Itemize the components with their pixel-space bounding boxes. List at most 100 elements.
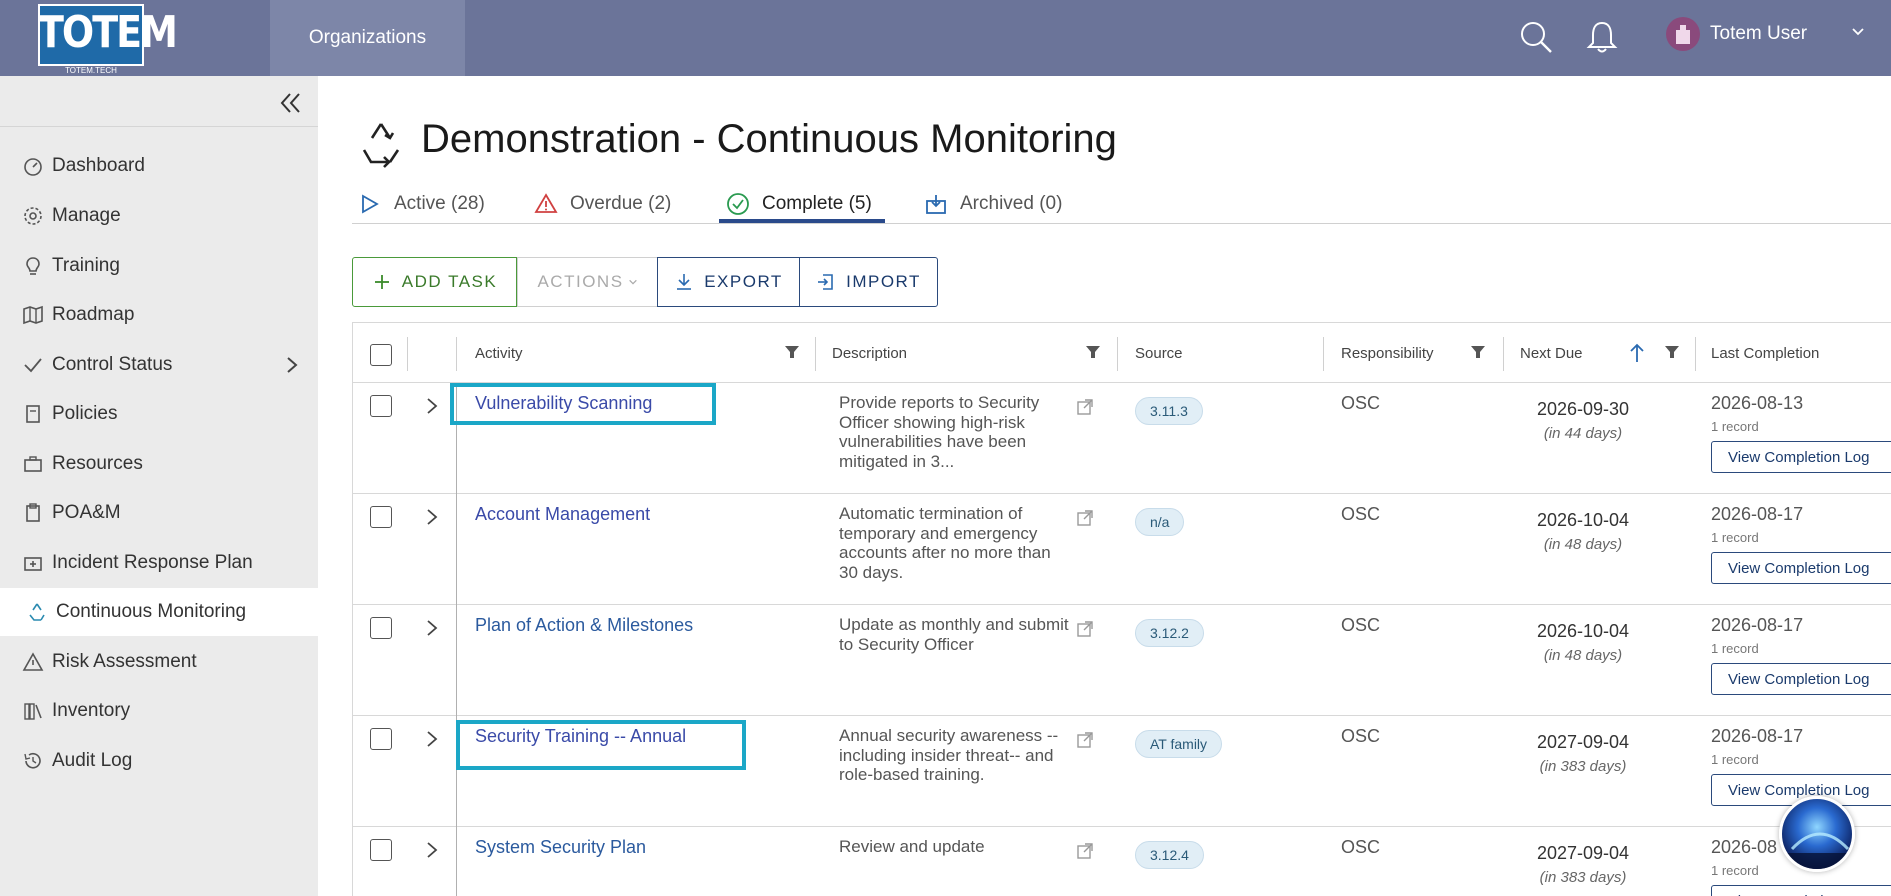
sort-ascending-icon[interactable] xyxy=(1627,342,1647,364)
play-icon xyxy=(362,194,379,214)
actions-button[interactable]: ACTIONS xyxy=(517,257,658,307)
description-text: Provide reports to Security Officer show… xyxy=(839,393,1040,471)
responsibility-text: OSC xyxy=(1341,504,1381,524)
view-completion-log-button[interactable]: View Completion Log xyxy=(1711,885,1891,896)
sidebar-item-incident-response-plan[interactable]: Incident Response Plan xyxy=(0,539,318,587)
sidebar-item-label: Policies xyxy=(52,403,118,424)
sidebar-item-control-status[interactable]: Control Status xyxy=(0,341,318,389)
sidebar-item-manage[interactable]: Manage xyxy=(0,192,318,240)
last-completion-date: 2026-08-17 xyxy=(1711,726,1804,746)
chevron-right-icon[interactable] xyxy=(422,507,442,527)
source-badge[interactable]: 3.12.4 xyxy=(1135,841,1204,869)
collapse-sidebar-icon[interactable] xyxy=(278,90,304,116)
sidebar-item-risk-assessment[interactable]: Risk Assessment xyxy=(0,638,318,686)
user-menu[interactable]: Totem User xyxy=(1666,16,1807,52)
sidebar-item-training[interactable]: Training xyxy=(0,242,318,290)
import-button[interactable]: IMPORT xyxy=(799,257,938,307)
sidebar-item-poam[interactable]: POA&M xyxy=(0,489,318,537)
source-badge[interactable]: AT family xyxy=(1135,730,1223,758)
next-due-date: 2027-09-04 xyxy=(1536,732,1630,752)
sidebar-item-label: Control Status xyxy=(52,354,173,375)
add-task-button[interactable]: ADD TASK xyxy=(352,257,517,307)
sidebar-item-resources[interactable]: Resources xyxy=(0,440,318,488)
check-circle-icon xyxy=(727,193,749,215)
sidebar-item-label: Incident Response Plan xyxy=(52,552,253,573)
table-row: Vulnerability Scanning Provide reports t… xyxy=(353,383,1891,494)
sidebar-item-label: POA&M xyxy=(52,502,121,523)
column-header-description[interactable]: Description xyxy=(832,323,907,383)
view-completion-log-button[interactable]: View Completion Log xyxy=(1711,441,1891,473)
row-checkbox[interactable] xyxy=(370,506,392,528)
sidebar-item-label: Dashboard xyxy=(52,155,145,176)
sidebar-item-continuous-monitoring[interactable]: Continuous Monitoring xyxy=(0,588,318,636)
chevron-right-icon[interactable] xyxy=(282,355,302,375)
external-link-icon[interactable] xyxy=(1075,619,1095,639)
activity-link[interactable]: Vulnerability Scanning xyxy=(475,393,652,414)
external-link-icon[interactable] xyxy=(1075,397,1095,417)
row-checkbox[interactable] xyxy=(370,395,392,417)
sidebar-item-label: Manage xyxy=(52,205,121,226)
activity-link[interactable]: System Security Plan xyxy=(475,837,646,858)
import-label: IMPORT xyxy=(846,272,921,291)
clipboard-icon xyxy=(26,503,40,522)
activity-link[interactable]: Account Management xyxy=(475,504,650,525)
view-completion-log-button[interactable]: View Completion Log xyxy=(1711,663,1891,695)
organizations-tab[interactable]: Organizations xyxy=(270,0,465,76)
view-completion-log-button[interactable]: View Completion Log xyxy=(1711,552,1891,584)
bell-icon[interactable] xyxy=(1584,19,1620,55)
external-link-icon[interactable] xyxy=(1075,730,1095,750)
column-header-responsibility[interactable]: Responsibility xyxy=(1341,323,1434,383)
search-icon[interactable] xyxy=(1518,19,1554,55)
tab-archived[interactable]: Archived (0) xyxy=(924,184,1062,224)
external-link-icon[interactable] xyxy=(1075,841,1095,861)
chat-widget-button[interactable] xyxy=(1779,796,1855,872)
source-badge[interactable]: n/a xyxy=(1135,508,1185,536)
filter-icon[interactable] xyxy=(1084,343,1102,361)
source-badge[interactable]: 3.11.3 xyxy=(1135,397,1203,425)
document-icon xyxy=(26,405,40,423)
filter-icon[interactable] xyxy=(1663,343,1681,361)
books-icon xyxy=(24,703,42,720)
filter-icon[interactable] xyxy=(1469,343,1487,361)
row-checkbox[interactable] xyxy=(370,839,392,861)
sidebar-item-audit-log[interactable]: Audit Log xyxy=(0,737,318,785)
sidebar-item-dashboard[interactable]: Dashboard xyxy=(0,142,318,190)
next-due-relative: (in 383 days) xyxy=(1539,869,1627,886)
chevron-right-icon[interactable] xyxy=(422,729,442,749)
row-checkbox[interactable] xyxy=(370,617,392,639)
chevron-right-icon[interactable] xyxy=(422,840,442,860)
chevron-right-icon[interactable] xyxy=(422,396,442,416)
activity-link[interactable]: Plan of Action & Milestones xyxy=(475,615,693,636)
responsibility-text: OSC xyxy=(1341,615,1381,635)
column-header-source[interactable]: Source xyxy=(1135,323,1183,383)
export-button[interactable]: EXPORT xyxy=(657,257,800,307)
record-count: 1 record xyxy=(1711,863,1759,878)
tab-active[interactable]: Active (28) xyxy=(358,184,485,224)
responsibility-text: OSC xyxy=(1341,393,1381,413)
sidebar-item-policies[interactable]: Policies xyxy=(0,390,318,438)
table-row: Plan of Action & Milestones Update as mo… xyxy=(353,605,1891,716)
plus-icon xyxy=(374,275,389,289)
sidebar-divider xyxy=(0,126,318,127)
check-icon xyxy=(24,358,42,373)
chevron-right-icon[interactable] xyxy=(422,618,442,638)
column-header-next-due[interactable]: Next Due xyxy=(1520,323,1583,383)
filter-icon[interactable] xyxy=(783,343,801,361)
column-separator xyxy=(1503,337,1504,371)
warning-icon xyxy=(534,193,558,213)
activity-link[interactable]: Security Training -- Annual xyxy=(475,726,686,747)
column-header-activity[interactable]: Activity xyxy=(475,323,523,383)
totem-logo[interactable]: TOTEM TOTEM.TECH xyxy=(38,4,178,76)
sidebar-item-roadmap[interactable]: Roadmap xyxy=(0,291,318,339)
row-checkbox[interactable] xyxy=(370,728,392,750)
export-label: EXPORT xyxy=(704,272,783,291)
tab-overdue[interactable]: Overdue (2) xyxy=(534,184,671,224)
top-header: TOTEM TOTEM.TECH Organizations Totem Use… xyxy=(0,0,1891,76)
sidebar-item-inventory[interactable]: Inventory xyxy=(0,687,318,735)
chevron-down-icon[interactable] xyxy=(1850,24,1866,40)
source-badge[interactable]: 3.12.2 xyxy=(1135,619,1204,647)
select-all-checkbox[interactable] xyxy=(370,344,392,366)
column-header-last-completion[interactable]: Last Completion xyxy=(1711,323,1819,383)
tab-complete[interactable]: Complete (5) xyxy=(726,184,872,224)
external-link-icon[interactable] xyxy=(1075,508,1095,528)
